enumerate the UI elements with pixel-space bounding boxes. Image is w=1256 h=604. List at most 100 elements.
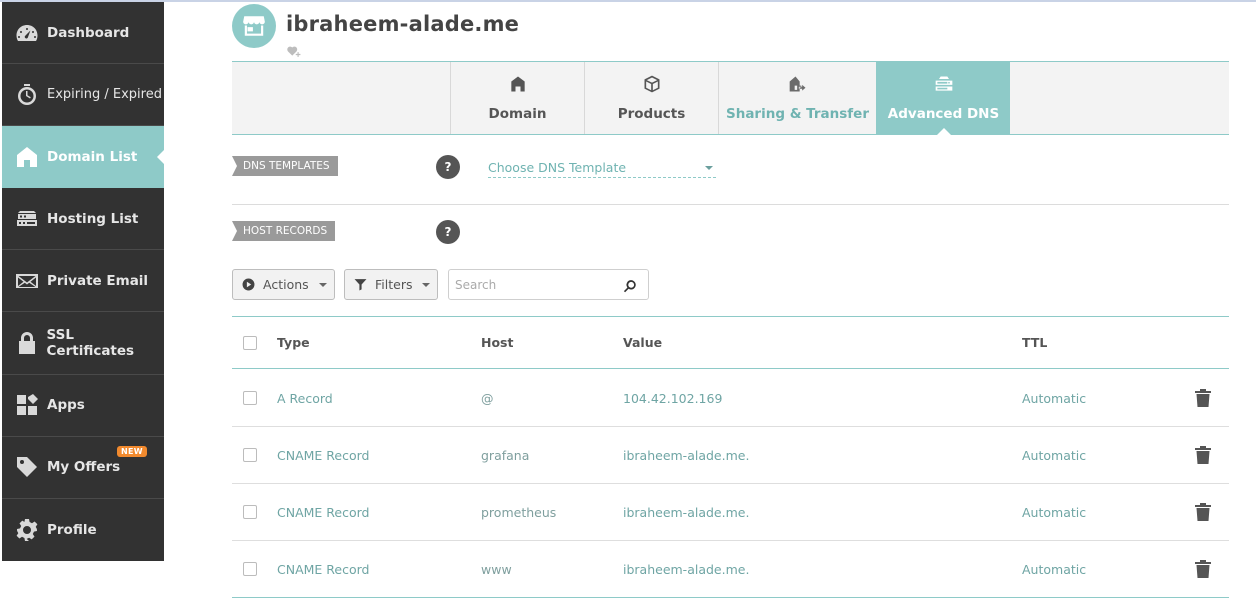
sidebar-item-apps[interactable]: Apps [2,375,164,437]
tab-products[interactable]: Products [584,62,718,134]
sidebar-item-my-offers[interactable]: My Offers NEW [2,437,164,499]
record-type[interactable]: CNAME Record [277,427,369,483]
table-row[interactable]: A Record @ 104.42.102.169 Automatic [232,370,1229,427]
record-host[interactable]: www [481,541,512,597]
record-host[interactable]: grafana [481,427,529,483]
table-row[interactable]: CNAME Record www ibraheem-alade.me. Auto… [232,541,1229,598]
filters-button[interactable]: Filters [344,269,438,300]
dns-template-select-value: Choose DNS Template [488,160,627,175]
column-header-value[interactable]: Value [623,317,662,368]
domain-tabs: Domain Products Sharing & Transfer Advan… [232,61,1229,135]
window-top-border [0,0,1256,2]
sidebar-item-ssl-certificates[interactable]: SSL Certificates [2,312,164,375]
record-type[interactable]: CNAME Record [277,541,369,597]
play-circle-icon [242,278,263,291]
divider [232,204,1229,205]
sidebar-item-profile[interactable]: Profile [2,499,164,561]
record-ttl[interactable]: Automatic [1022,484,1086,540]
domain-avatar [232,4,276,48]
filters-button-label: Filters [375,277,413,292]
sidebar-item-domain-list[interactable]: Domain List [2,126,165,189]
record-type[interactable]: A Record [277,370,333,426]
table-header: Type Host Value TTL [232,317,1229,369]
tab-label: Domain [488,106,547,122]
tab-advanced-dns[interactable]: Advanced DNS [876,62,1010,135]
heart-add-icon[interactable] [287,42,301,57]
host-records-help-button[interactable]: ? [436,220,460,244]
gear-icon [14,518,40,542]
speedometer-icon [14,21,40,45]
select-all-checkbox[interactable] [243,335,257,350]
trash-icon[interactable] [1195,446,1211,464]
home-icon [14,145,40,169]
timer-icon [14,83,40,107]
record-ttl[interactable]: Automatic [1022,370,1086,426]
table-row[interactable]: CNAME Record grafana ibraheem-alade.me. … [232,427,1229,484]
row-checkbox[interactable] [243,391,257,405]
column-header-ttl[interactable]: TTL [1022,317,1047,368]
record-ttl[interactable]: Automatic [1022,427,1086,483]
box-icon [642,74,662,98]
host-records-label: HOST RECORDS [232,221,336,241]
sidebar-item-label: Expiring / Expired [47,87,162,103]
tag-icon [14,455,40,479]
house-arrow-icon [788,74,808,98]
sidebar-item-dashboard[interactable]: Dashboard [2,2,164,65]
sidebar: Dashboard Expiring / Expired Domain List… [2,2,165,561]
chevron-down-icon [422,282,431,287]
search-box [448,269,649,300]
tab-label: Sharing & Transfer [725,106,869,122]
filter-icon [354,278,375,291]
dns-icon [934,74,954,98]
server-icon [14,207,40,231]
sidebar-item-label: Dashboard [47,24,130,41]
sidebar-item-label: Domain List [47,148,138,165]
tab-domain[interactable]: Domain [450,62,584,134]
sidebar-item-label: Private Email [47,272,149,289]
search-input[interactable] [455,276,615,294]
sidebar-item-expiring[interactable]: Expiring / Expired [2,64,164,127]
envelope-icon [14,269,40,293]
record-value[interactable]: ibraheem-alade.me. [623,541,749,597]
row-checkbox[interactable] [243,448,257,462]
sidebar-item-label: Profile [47,521,97,538]
dns-template-select[interactable]: Choose DNS Template [488,158,716,178]
search-icon[interactable] [623,278,637,293]
tab-label: Products [617,106,686,122]
trash-icon[interactable] [1195,389,1211,407]
table-row[interactable]: CNAME Record prometheus ibraheem-alade.m… [232,484,1229,541]
record-value[interactable]: ibraheem-alade.me. [623,484,749,540]
row-checkbox[interactable] [243,562,257,576]
home-icon [508,74,528,98]
record-host[interactable]: prometheus [481,484,556,540]
dns-templates-help-button[interactable]: ? [436,155,460,179]
tab-label: Advanced DNS [887,106,1000,122]
sidebar-item-label: SSL Certificates [46,327,135,360]
row-checkbox[interactable] [243,505,257,519]
apps-grid-icon [14,393,40,417]
trash-icon[interactable] [1195,503,1211,521]
sidebar-item-hosting-list[interactable]: Hosting List [2,188,164,251]
record-value[interactable]: 104.42.102.169 [623,370,722,426]
sidebar-item-private-email[interactable]: Private Email [2,250,164,313]
sidebar-item-label: Apps [47,397,85,414]
column-header-host[interactable]: Host [481,317,513,368]
record-ttl[interactable]: Automatic [1022,541,1086,597]
new-badge: NEW [117,445,147,457]
sidebar-item-label: My Offers [47,459,121,476]
actions-button[interactable]: Actions [232,269,335,300]
trash-icon[interactable] [1195,560,1211,578]
tab-sharing-transfer[interactable]: Sharing & Transfer [718,62,876,134]
dns-templates-label: DNS TEMPLATES [232,156,338,176]
sidebar-item-label: Hosting List [47,210,139,227]
actions-button-label: Actions [263,277,309,292]
record-value[interactable]: ibraheem-alade.me. [623,427,749,483]
chevron-down-icon [318,282,327,287]
storefront-icon [241,13,267,39]
column-header-type[interactable]: Type [277,317,310,368]
record-host[interactable]: @ [481,370,494,426]
lock-icon [14,331,40,355]
page-title: ibraheem-alade.me [286,12,520,36]
chevron-down-icon [705,165,713,170]
record-type[interactable]: CNAME Record [277,484,369,540]
